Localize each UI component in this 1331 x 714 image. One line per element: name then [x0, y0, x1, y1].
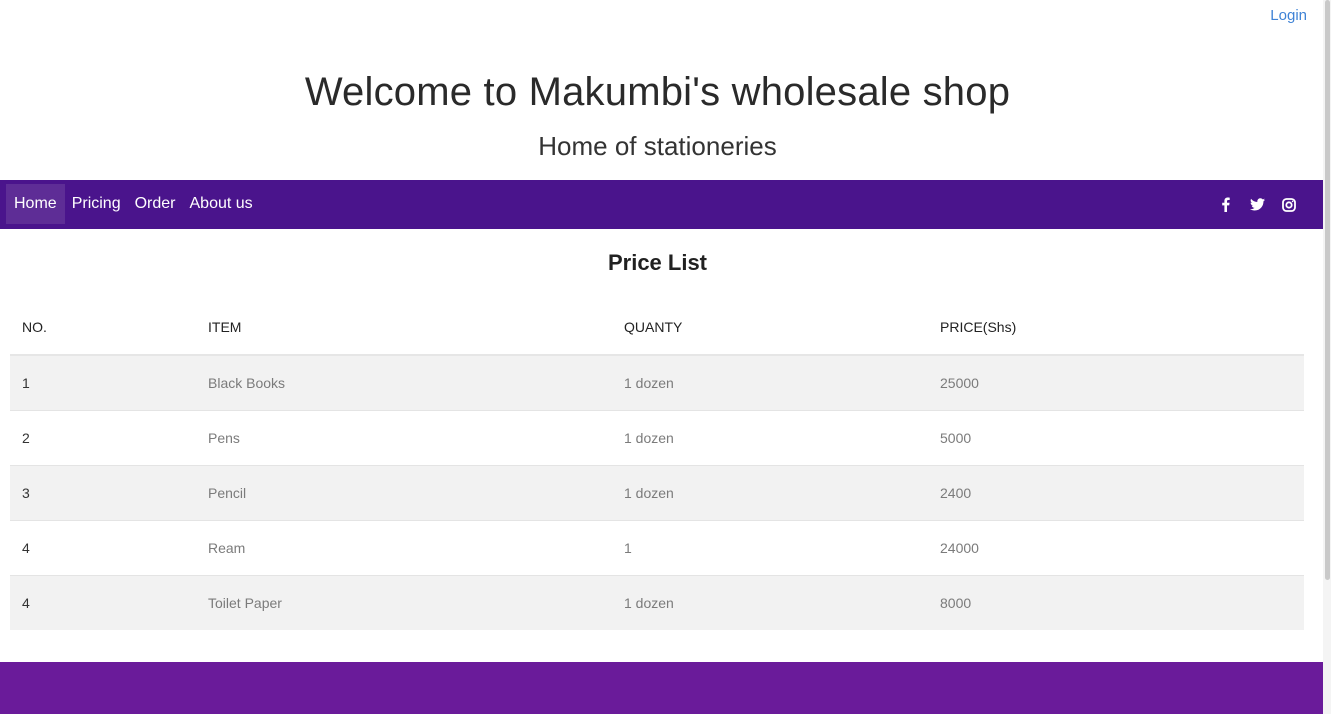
row-item: Pens [196, 410, 612, 466]
instagram-icon[interactable] [1281, 197, 1297, 213]
column-header-quantity: QUANTY [612, 300, 928, 356]
site-title: Welcome to Makumbi's wholesale shop [304, 70, 1011, 114]
row-quantity: 1 dozen [612, 575, 928, 630]
row-number: 2 [10, 410, 196, 466]
price-table-header: NO. ITEM QUANTY PRICE(Shs) [10, 300, 1304, 356]
nav-item-home[interactable]: Home [6, 184, 65, 224]
row-item: Pencil [196, 465, 612, 521]
main-navbar: Home Pricing Order About us [0, 180, 1323, 229]
row-item: Ream [196, 520, 612, 576]
price-table: NO. ITEM QUANTY PRICE(Shs) 1 Black Books… [10, 300, 1304, 630]
row-quantity: 1 dozen [612, 465, 928, 521]
row-price: 5000 [928, 410, 1304, 466]
row-price: 8000 [928, 575, 1304, 630]
site-subtitle: Home of stationeries [538, 131, 777, 161]
row-item: Toilet Paper [196, 575, 612, 630]
column-header-no: NO. [10, 300, 196, 356]
scrollbar-thumb[interactable] [1325, 0, 1330, 580]
nav-links: Home Pricing Order About us [6, 184, 260, 224]
row-number: 4 [10, 575, 196, 630]
table-row: 3 Pencil 1 dozen 2400 [10, 465, 1304, 521]
page: Login Welcome to Makumbi's wholesale sho… [0, 0, 1331, 714]
price-list-title: Price List [607, 250, 708, 275]
row-number: 3 [10, 465, 196, 521]
nav-item-about-us[interactable]: About us [183, 184, 260, 224]
row-quantity: 1 dozen [612, 410, 928, 466]
twitter-icon[interactable] [1249, 197, 1265, 213]
table-row: 4 Toilet Paper 1 dozen 8000 [10, 575, 1304, 630]
row-price: 2400 [928, 465, 1304, 521]
row-quantity: 1 dozen [612, 355, 928, 411]
price-table-body: 1 Black Books 1 dozen 25000 2 Pens 1 doz… [10, 355, 1304, 630]
login-link[interactable]: Login [1270, 7, 1307, 24]
footer-band [0, 662, 1323, 714]
table-row: 2 Pens 1 dozen 5000 [10, 410, 1304, 466]
nav-item-pricing[interactable]: Pricing [65, 184, 128, 224]
column-header-price: PRICE(Shs) [928, 300, 1304, 356]
column-header-item: ITEM [196, 300, 612, 356]
social-links [1217, 180, 1297, 229]
vertical-scrollbar[interactable] [1323, 0, 1331, 714]
row-quantity: 1 [612, 520, 928, 576]
row-item: Black Books [196, 355, 612, 411]
facebook-icon[interactable] [1217, 197, 1233, 213]
table-row: 4 Ream 1 24000 [10, 520, 1304, 576]
nav-item-order[interactable]: Order [128, 184, 183, 224]
row-number: 1 [10, 355, 196, 411]
row-price: 24000 [928, 520, 1304, 576]
table-row: 1 Black Books 1 dozen 25000 [10, 355, 1304, 411]
row-number: 4 [10, 520, 196, 576]
table-header-row: NO. ITEM QUANTY PRICE(Shs) [10, 300, 1304, 356]
row-price: 25000 [928, 355, 1304, 411]
